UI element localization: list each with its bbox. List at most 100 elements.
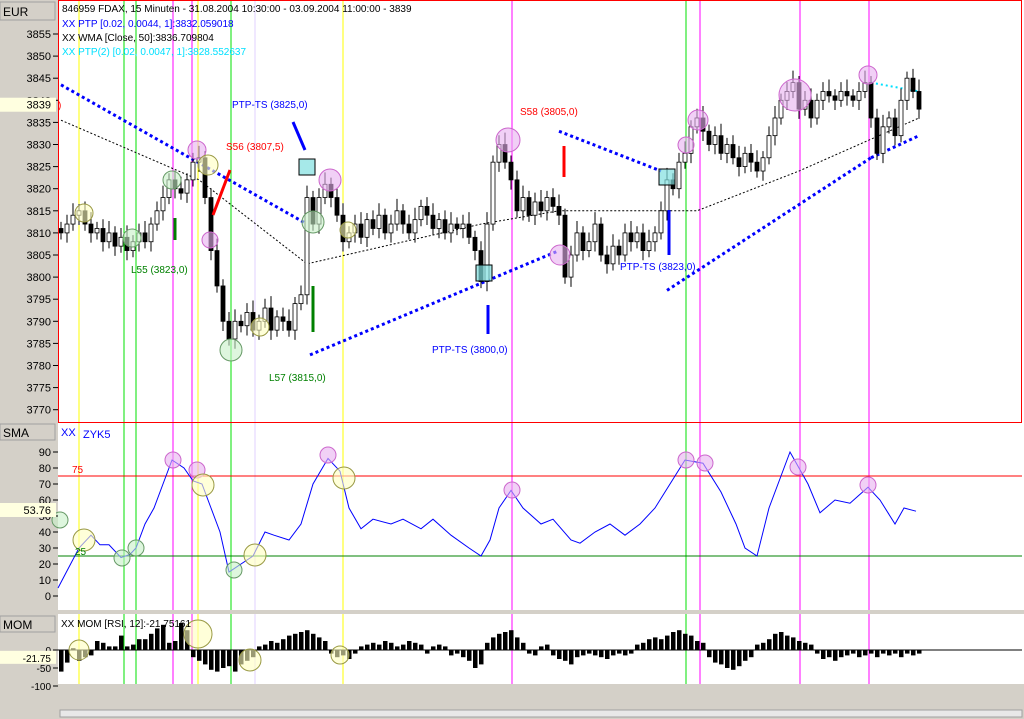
signal-circle [201, 231, 219, 249]
sma-tick-label: 30 [39, 543, 51, 555]
mom-bar [647, 639, 652, 650]
candle-body [238, 320, 244, 327]
candle-body [298, 294, 304, 305]
candle-body [760, 157, 766, 172]
mom-bar [521, 642, 526, 650]
mom-bar [707, 650, 712, 658]
mom-bar [767, 639, 772, 650]
chart-title: 846959 FDAX, 15 Minuten - 31.08.2004 10:… [62, 4, 412, 15]
mom-bar [731, 650, 736, 670]
candle-body [550, 197, 556, 207]
candle-body [232, 320, 238, 340]
mom-bar [839, 650, 844, 658]
candle-body [544, 197, 550, 212]
lower-level-label: 25 [75, 547, 87, 558]
candle-body [868, 82, 874, 119]
mom-bar [677, 630, 682, 650]
mom-bar [467, 650, 472, 661]
price-tick-label: 3855 [27, 29, 51, 41]
price-tick-label: 3785 [27, 338, 51, 350]
candle-body [754, 161, 760, 172]
candle-body [556, 205, 562, 216]
candle-body [730, 144, 736, 159]
mom-bar [893, 650, 898, 654]
price-tick-label: 3845 [27, 73, 51, 85]
candle-body [586, 241, 592, 251]
mom-bar [875, 650, 880, 658]
price-tick-label: 3805 [27, 250, 51, 262]
signal-ptp-ts-2: PTP-TS (3800,0) [432, 345, 508, 356]
plot-background [58, 0, 1024, 686]
mom-bar [365, 644, 370, 650]
candle-body [292, 303, 298, 331]
sma-signal-circle [789, 458, 807, 476]
signal-circle [74, 203, 94, 223]
mom-bar [281, 639, 286, 650]
mom-bar [701, 642, 706, 650]
mom-bar [569, 650, 574, 665]
mom-bar [575, 650, 580, 658]
mom-bar [167, 642, 172, 650]
signal-circle [250, 317, 270, 337]
candle-body [472, 236, 478, 251]
candle[interactable] [208, 188, 214, 261]
signal-ptp-ts-1: PTP-TS (3825,0) [232, 100, 308, 111]
mom-bar [563, 650, 568, 661]
candle-body [64, 223, 70, 234]
mom-bar [881, 650, 886, 654]
signal-circle [549, 244, 571, 266]
candle-body [454, 223, 460, 229]
candle-body [742, 152, 748, 167]
mom-bar [809, 644, 814, 650]
candle-body [274, 316, 280, 331]
mom-bar [623, 650, 628, 656]
mom-bar [227, 650, 232, 667]
candle-body [856, 91, 862, 101]
mom-bar [137, 639, 142, 650]
candle-body [364, 219, 370, 238]
candle-body [898, 99, 904, 137]
candle-body [190, 161, 196, 181]
candle[interactable] [490, 155, 496, 231]
mom-bar [617, 650, 622, 654]
mom-bar [503, 632, 508, 650]
mom-bar [275, 642, 280, 650]
sma-tick-label: 80 [39, 463, 51, 475]
sma-signal-circle [319, 446, 337, 464]
mom-bar [311, 633, 316, 650]
candle[interactable] [304, 185, 310, 305]
candle-body [658, 210, 664, 234]
sma-signal-circle [696, 454, 714, 472]
candle-body [718, 135, 724, 154]
signal-s58: S58 (3805,0) [520, 107, 578, 118]
mom-bar [359, 646, 364, 650]
mom-bar [905, 650, 910, 654]
candle-body [424, 205, 430, 216]
candle-body [220, 285, 226, 322]
mom-bar [737, 650, 742, 667]
candle[interactable] [598, 217, 604, 262]
candle-body [394, 210, 400, 225]
mom-bar [869, 650, 874, 654]
candle-body [646, 241, 652, 251]
mom-bar [491, 637, 496, 650]
candle-body [70, 214, 76, 225]
mom-bar [461, 650, 466, 658]
mom-bar [851, 650, 856, 654]
candle-body [904, 77, 910, 101]
mom-bar [593, 650, 598, 656]
candle-body [712, 135, 718, 145]
sma-legend-xx: XX [61, 427, 76, 439]
candle-body [436, 219, 442, 229]
mom-bar [449, 650, 454, 656]
mom-bar [557, 650, 562, 659]
fdax-chart[interactable]: 3855385038453840383538303825382038153810… [0, 0, 1024, 719]
sma-tick-label: 10 [39, 575, 51, 587]
sma-signal-circle [113, 549, 131, 567]
horizontal-scrollbar[interactable] [59, 709, 1023, 718]
candle-body [736, 157, 742, 167]
sma-tick-label: 90 [39, 447, 51, 459]
ptp-square [298, 158, 316, 176]
mom-bar [887, 650, 892, 656]
mom-bar [659, 639, 664, 650]
